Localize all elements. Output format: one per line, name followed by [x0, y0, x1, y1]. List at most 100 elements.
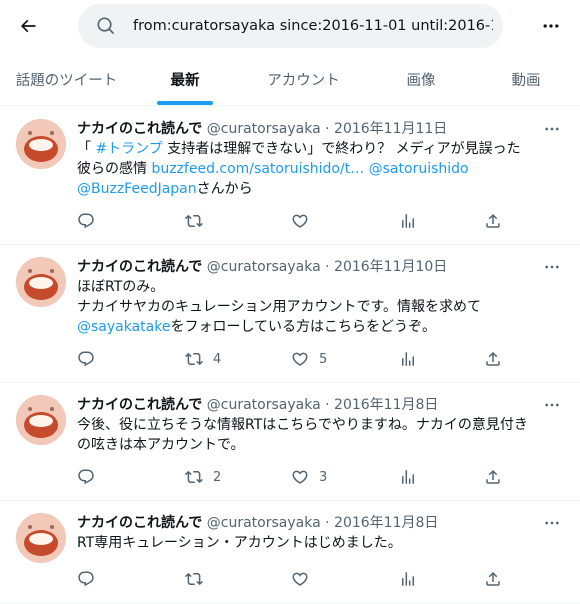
like-button[interactable] — [291, 569, 319, 589]
retweet-button[interactable] — [185, 211, 213, 231]
back-arrow-icon — [20, 19, 36, 33]
reply-button[interactable] — [77, 211, 95, 231]
tab-label: 最新 — [170, 72, 200, 89]
like-icon — [292, 470, 308, 484]
retweet-icon — [185, 572, 203, 586]
tweet[interactable]: ナカイのこれ読んで @curatorsayaka · 2016年11月10日 ほ… — [0, 245, 580, 383]
like-count: 3 — [319, 469, 328, 485]
tweet-text-segment: 彼らの感情 — [77, 161, 152, 177]
retweet-icon — [185, 214, 203, 228]
avatar[interactable] — [16, 395, 66, 445]
avatar-image — [16, 119, 66, 169]
display-name[interactable]: ナカイのこれ読んで — [77, 397, 202, 413]
display-name[interactable]: ナカイのこれ読んで — [77, 259, 202, 275]
share-button[interactable] — [484, 569, 502, 589]
retweet-icon — [185, 352, 203, 366]
more-horizontal-icon — [545, 521, 559, 525]
reply-button[interactable] — [77, 467, 95, 487]
tab-photos[interactable]: 画像 — [370, 53, 472, 105]
like-button[interactable] — [291, 211, 319, 231]
views-icon — [402, 352, 414, 366]
user-handle[interactable]: @curatorsayaka — [207, 397, 321, 413]
tab-label: 動画 — [511, 72, 541, 89]
retweet-button[interactable]: 2 — [185, 467, 221, 487]
retweet-button[interactable] — [185, 569, 213, 589]
avatar-image — [16, 257, 66, 307]
retweet-button[interactable]: 4 — [185, 349, 221, 369]
tweet[interactable]: ナカイのこれ読んで @curatorsayaka · 2016年11月8日 RT… — [0, 501, 580, 604]
tweet-link[interactable]: @BuzzFeedJapan — [77, 181, 197, 197]
active-tab-indicator — [157, 101, 213, 105]
share-button[interactable] — [484, 211, 502, 231]
tweet[interactable]: ナカイのこれ読んで @curatorsayaka · 2016年11月8日 今後… — [0, 383, 580, 501]
tweet-link[interactable]: @satoruishido — [369, 161, 469, 177]
views-button[interactable] — [399, 211, 417, 231]
more-horizontal-icon — [543, 24, 559, 28]
tweet-more-button[interactable] — [540, 511, 564, 535]
user-handle[interactable]: @curatorsayaka — [207, 515, 321, 531]
reply-icon — [78, 213, 94, 229]
tweet-header: ナカイのこれ読んで @curatorsayaka · 2016年11月8日 — [77, 513, 438, 533]
tab-videos[interactable]: 動画 — [472, 53, 580, 105]
avatar[interactable] — [16, 119, 66, 169]
share-button[interactable] — [484, 467, 502, 487]
tweet-date[interactable]: 2016年11月8日 — [334, 515, 438, 531]
tweet-text-line: 「 #トランプ 支持者は理解できない」で終わり？ メディアが見誤った — [77, 139, 567, 159]
tweet-link[interactable]: #トランプ — [95, 141, 162, 157]
separator-dot: · — [325, 397, 330, 413]
tweet-text-segment: さんから — [196, 181, 253, 197]
views-button[interactable] — [399, 349, 417, 369]
reply-button[interactable] — [77, 569, 95, 589]
views-button[interactable] — [399, 467, 417, 487]
reply-button[interactable] — [77, 349, 95, 369]
tweet-text: 今後、役に立ちそうな情報RTはこちらでやりますね。ナカイの意見付きの呟きは本アカ… — [77, 415, 567, 455]
tweet-more-button[interactable] — [540, 393, 564, 417]
like-icon — [292, 352, 308, 366]
tweet-text: ほぼRTのみ。 ナカイサヤカのキュレーション用アカウントです。情報を求めて @say… — [77, 277, 567, 337]
user-handle[interactable]: @curatorsayaka — [207, 259, 321, 275]
like-button[interactable]: 3 — [291, 467, 327, 487]
reply-icon — [78, 469, 94, 485]
search-input[interactable] — [133, 4, 493, 48]
reply-icon — [78, 351, 94, 367]
tweet-text-line: RT専用キュレーション・アカウントはじめました。 — [77, 533, 567, 553]
tweet-actions — [77, 211, 517, 231]
views-button[interactable] — [399, 569, 417, 589]
tab-label: 話題のツイート — [15, 72, 118, 89]
tweet-text-segment: 今後、役に立ちそうな情報RTはこちらでやりますね。ナカイの意見付き — [77, 417, 528, 433]
more-options-button[interactable] — [539, 14, 563, 38]
display-name[interactable]: ナカイのこれ読んで — [77, 121, 202, 137]
like-icon — [292, 214, 308, 228]
tweet-date[interactable]: 2016年11月11日 — [334, 121, 447, 137]
share-button[interactable] — [484, 349, 502, 369]
tweet[interactable]: ナカイのこれ読んで @curatorsayaka · 2016年11月11日 「… — [0, 107, 580, 245]
avatar[interactable] — [16, 513, 66, 563]
avatar[interactable] — [16, 257, 66, 307]
tab-latest[interactable]: 最新 — [133, 53, 237, 105]
tweet-more-button[interactable] — [540, 255, 564, 279]
tweet-actions — [77, 569, 517, 589]
tweet-text-segment: をフォローしている方はこちらをどうぞ。 — [170, 319, 437, 335]
tweet-text: RT専用キュレーション・アカウントはじめました。 — [77, 533, 567, 553]
like-icon — [292, 572, 308, 586]
tweet-more-button[interactable] — [540, 117, 564, 141]
separator-dot: · — [325, 515, 330, 531]
search-tabs: 話題のツイート 最新 アカウント 画像 動画 — [0, 53, 580, 106]
tweet-text-line: @sayakatakeをフォローしている方はこちらをどうぞ。 — [77, 317, 567, 337]
tweet-date[interactable]: 2016年11月8日 — [334, 397, 438, 413]
like-button[interactable]: 5 — [291, 349, 327, 369]
tweet-text-line: の呟きは本アカウントで。 — [77, 435, 567, 455]
tweet-link[interactable]: buzzfeed.com/satoruishido/t… — [151, 161, 364, 177]
back-button[interactable] — [10, 8, 46, 44]
tweet-header: ナカイのこれ読んで @curatorsayaka · 2016年11月11日 — [77, 119, 447, 139]
tweet-date[interactable]: 2016年11月10日 — [334, 259, 447, 275]
display-name[interactable]: ナカイのこれ読んで — [77, 515, 202, 531]
search-box[interactable] — [78, 4, 503, 48]
tweet-text-line: 今後、役に立ちそうな情報RTはこちらでやりますね。ナカイの意見付き — [77, 415, 567, 435]
more-horizontal-icon — [545, 403, 559, 407]
tab-people[interactable]: アカウント — [237, 53, 370, 105]
tab-top[interactable]: 話題のツイート — [0, 53, 133, 105]
tweet-actions: 4 5 — [77, 349, 517, 369]
tweet-link[interactable]: @sayakatake — [77, 319, 170, 335]
user-handle[interactable]: @curatorsayaka — [207, 121, 321, 137]
